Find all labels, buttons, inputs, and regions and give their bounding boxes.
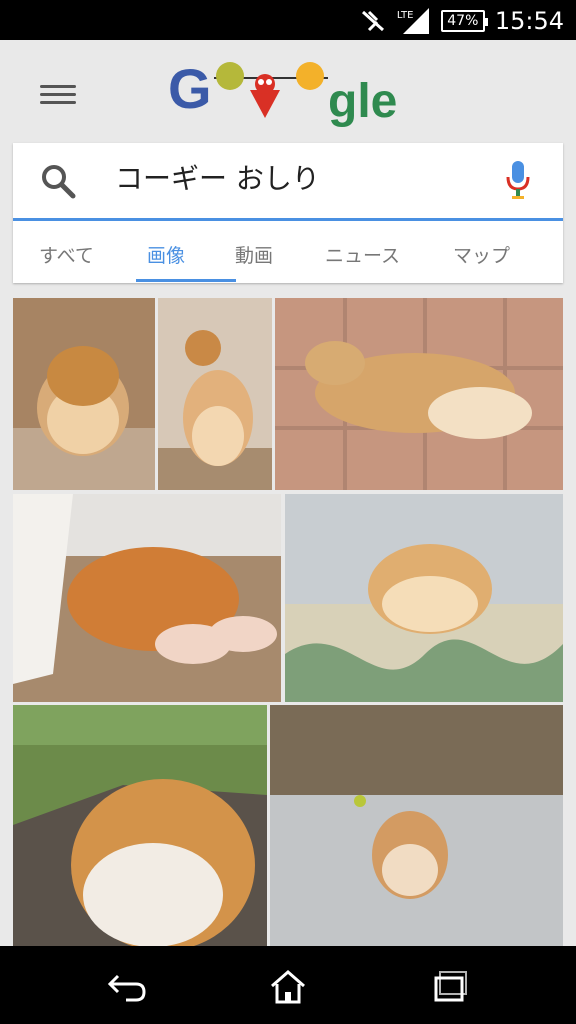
- battery-level: 47%: [447, 13, 479, 29]
- tab-all[interactable]: すべて: [39, 241, 94, 268]
- battery-icon: 47%: [440, 10, 488, 32]
- search-card: コーギー おしり すべて 画像 動画 ニュース マップ: [13, 143, 563, 283]
- menu-button[interactable]: [40, 80, 76, 108]
- status-icons: LTE 47% 15:54: [359, 6, 564, 36]
- logo-letters: gle: [328, 75, 398, 128]
- signal-icon: LTE: [397, 6, 431, 36]
- image-result-5[interactable]: [285, 494, 563, 702]
- network-type: LTE: [396, 10, 414, 21]
- search-input[interactable]: コーギー おしり: [115, 159, 320, 199]
- microphone-icon[interactable]: [503, 159, 533, 201]
- active-tab-indicator: [136, 279, 236, 282]
- search-tabs: すべて 画像 動画 ニュース マップ: [13, 223, 563, 283]
- tab-videos[interactable]: 動画: [235, 241, 273, 268]
- system-navigation-bar: [0, 946, 576, 1024]
- google-doodle-logo[interactable]: G gle: [168, 50, 418, 130]
- app-bar: G gle: [0, 40, 576, 140]
- image-result-6[interactable]: [13, 705, 267, 946]
- back-icon[interactable]: [106, 966, 150, 1006]
- search-icon[interactable]: [38, 161, 78, 201]
- image-result-4[interactable]: [13, 494, 281, 702]
- image-result-3[interactable]: [275, 298, 563, 490]
- status-bar: LTE 47% 15:54: [0, 0, 576, 40]
- menu-icon: [40, 85, 76, 88]
- tab-images[interactable]: 画像: [147, 241, 185, 268]
- image-result-7[interactable]: [270, 705, 563, 946]
- clock: 15:54: [494, 7, 564, 35]
- recent-apps-icon[interactable]: [426, 966, 470, 1006]
- svg-text:G: G: [168, 57, 212, 120]
- tab-news[interactable]: ニュース: [325, 241, 400, 268]
- search-bar: コーギー おしり: [13, 143, 563, 221]
- image-result-1[interactable]: [13, 298, 155, 490]
- image-result-2[interactable]: [158, 298, 272, 490]
- home-icon[interactable]: [266, 966, 310, 1006]
- tab-maps[interactable]: マップ: [453, 241, 510, 268]
- nfc-off-icon: [361, 10, 384, 32]
